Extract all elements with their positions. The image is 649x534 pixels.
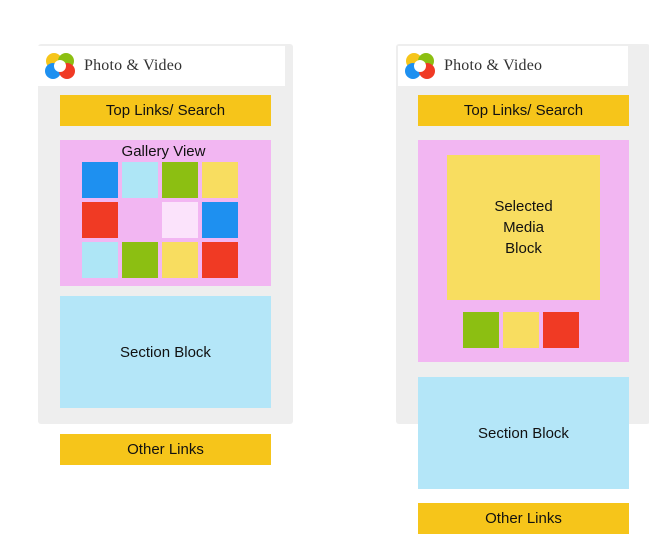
gallery-thumbnail[interactable]	[202, 242, 238, 278]
gallery-thumbnail[interactable]	[82, 242, 118, 278]
photo-video-logo-icon	[405, 53, 435, 79]
gallery-thumbnail[interactable]	[202, 162, 238, 198]
gallery-thumbnail[interactable]	[162, 202, 198, 238]
media-thumbnail[interactable]	[503, 312, 539, 348]
gallery-thumbnail[interactable]	[122, 162, 158, 198]
other-links-bar[interactable]: Other Links	[418, 503, 629, 534]
gallery-thumbnail[interactable]	[122, 242, 158, 278]
top-links-search-bar[interactable]: Top Links/ Search	[418, 95, 629, 126]
app-title: Photo & Video	[444, 57, 543, 74]
left-title-bar: Photo & Video	[38, 46, 285, 86]
gallery-thumbnail[interactable]	[162, 242, 198, 278]
section-block: Section Block	[60, 296, 271, 408]
right-title-bar: Photo & Video	[398, 46, 628, 86]
section-block: Section Block	[418, 377, 629, 489]
media-thumbnail[interactable]	[543, 312, 579, 348]
app-title: Photo & Video	[84, 57, 183, 74]
gallery-thumbnail[interactable]	[82, 202, 118, 238]
photo-video-logo-icon	[45, 53, 75, 79]
gallery-thumbnail[interactable]	[202, 202, 238, 238]
other-links-bar[interactable]: Other Links	[60, 434, 271, 465]
gallery-view-label: Gallery View	[121, 143, 206, 160]
gallery-thumbnail[interactable]	[82, 162, 118, 198]
gallery-thumbnail[interactable]	[122, 202, 158, 238]
media-thumbnail[interactable]	[463, 312, 499, 348]
selected-media-block[interactable]: Selected Media Block	[447, 155, 600, 300]
selected-media-label: Selected Media Block	[494, 198, 553, 257]
top-links-search-bar[interactable]: Top Links/ Search	[60, 95, 271, 126]
gallery-thumbnail[interactable]	[162, 162, 198, 198]
